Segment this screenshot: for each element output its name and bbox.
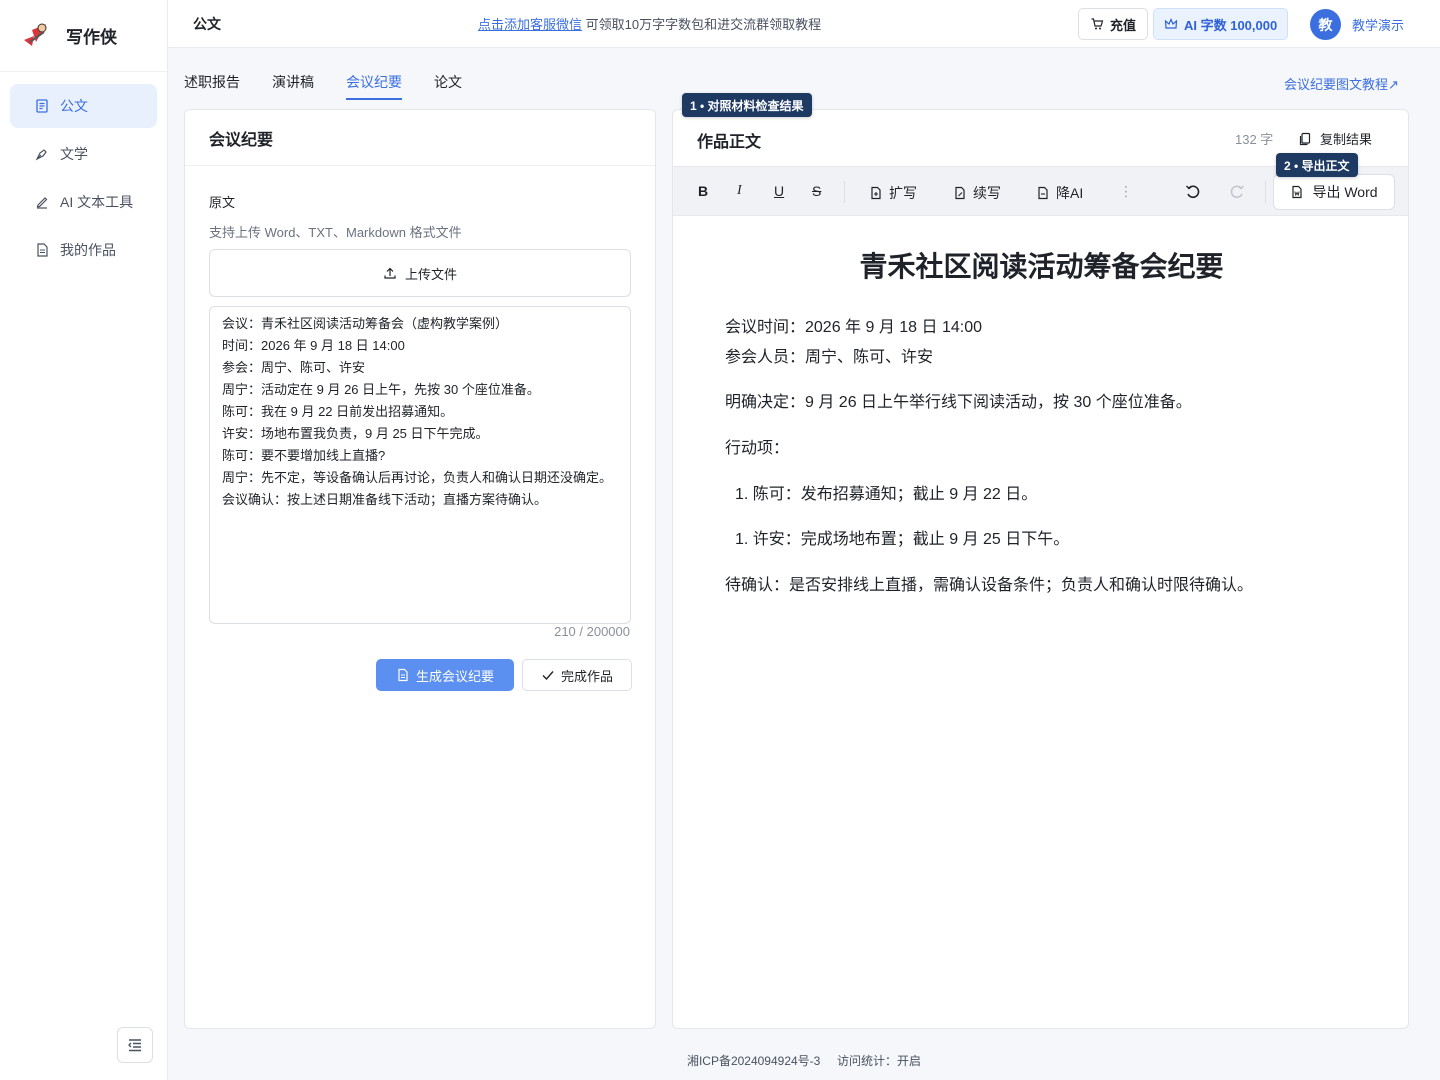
underline-button[interactable]: U [774, 183, 784, 199]
sidebar-item-official-docs[interactable]: 公文 [10, 84, 157, 128]
upload-icon [383, 266, 397, 280]
generate-label: 生成会议纪要 [415, 668, 494, 684]
bold-button[interactable]: B [698, 183, 708, 199]
pen-nib-icon [34, 146, 50, 162]
tab-speech[interactable]: 演讲稿 [272, 72, 314, 100]
undo-button[interactable] [1184, 183, 1202, 201]
ai-quota-badge[interactable]: AI 字数 100,000 [1153, 8, 1289, 40]
copy-result-button[interactable]: 复制结果 [1298, 129, 1372, 148]
tutorial-link[interactable]: 会议纪要图文教程↗ [1284, 74, 1399, 93]
collapse-sidebar-button[interactable] [117, 1027, 153, 1063]
sidebar-item-literature[interactable]: 文学 [10, 132, 157, 176]
customer-service-link[interactable]: 点击添加客服微信 [478, 17, 582, 32]
undo-icon [1186, 185, 1200, 199]
finish-work-button[interactable]: 完成作品 [522, 659, 632, 691]
source-text-input[interactable]: 会议：青禾社区阅读活动筹备会（虚构教学案例） 时间：2026 年 9 月 18 … [209, 306, 631, 624]
copy-label: 复制结果 [1320, 132, 1373, 147]
sidebar-item-ai-tools[interactable]: AI 文本工具 [10, 180, 157, 224]
actions-heading: 行动项： [725, 440, 790, 457]
upload-label: 上传文件 [404, 266, 457, 282]
generate-minutes-button[interactable]: 生成会议纪要 [376, 659, 514, 691]
copy-icon [1298, 132, 1312, 146]
document-title: 青禾社区阅读活动筹备会纪要 [859, 251, 1224, 282]
sidebar-item-label: 我的作品 [60, 242, 116, 258]
continue-button[interactable]: 续写 [953, 183, 1001, 203]
result-panel: 作品正文 132 字 复制结果 B I U S 扩写 续写 降AI ⋮ 导出 W… [672, 109, 1409, 1029]
tab-work-report[interactable]: 述职报告 [184, 72, 240, 100]
pending-line: 待确认：是否安排线上直播，需确认设备条件；负责人和确认时限待确认。 [725, 577, 1254, 594]
file-edit-icon [953, 186, 967, 200]
quota-label: AI 字数 100,000 [1184, 17, 1278, 33]
strikethrough-button[interactable]: S [812, 183, 821, 199]
icp-record[interactable]: 湘ICP备2024094924号-3 [687, 1054, 820, 1068]
sidebar-item-label: 文学 [60, 146, 88, 162]
redo-icon [1230, 185, 1244, 199]
logo-icon [24, 23, 47, 46]
footer: 湘ICP备2024094924号-3 访问统计：开启 [168, 1052, 1440, 1069]
upload-hint: 支持上传 Word、TXT、Markdown 格式文件 [209, 225, 462, 240]
action-item: 1. 许安：完成场地布置；截止 9 月 25 日下午。 [735, 531, 1070, 548]
word-file-icon [1290, 185, 1304, 199]
check-icon [541, 668, 555, 682]
continue-label: 续写 [973, 185, 1001, 201]
notice-banner: 点击添加客服微信 可领取10万字字数包和进交流群领取教程 [478, 14, 821, 33]
more-options-icon[interactable]: ⋮ [1119, 183, 1133, 200]
decision-line: 明确决定：9 月 26 日上午举行线下阅读活动，按 30 个座位准备。 [725, 394, 1192, 411]
cart-icon [1091, 18, 1104, 30]
expand-button[interactable]: 扩写 [869, 183, 917, 203]
export-word-button[interactable]: 导出 Word [1273, 174, 1395, 210]
app-name: 写作侠 [66, 28, 117, 47]
sidebar-item-label: AI 文本工具 [60, 194, 134, 210]
edit-icon [34, 194, 50, 210]
doc-type-tabs: 述职报告 演讲稿 会议纪要 论文 [184, 72, 494, 100]
input-panel: 会议纪要 原文 支持上传 Word、TXT、Markdown 格式文件 上传文件… [184, 109, 656, 1029]
visit-stats: 访问统计：开启 [837, 1054, 922, 1068]
sidebar: 写作侠 公文 文学 AI 文本工具 我的作品 [0, 0, 168, 1080]
toolbar-divider [1265, 181, 1266, 203]
file-minus-icon [1036, 186, 1050, 200]
recharge-label: 充值 [1110, 17, 1137, 33]
word-count: 132 字 [1235, 132, 1274, 147]
notice-text: 可领取10万字字数包和进交流群领取教程 [585, 17, 822, 32]
action-item: 1. 陈可：发布招募通知；截止 9 月 22 日。 [735, 486, 1038, 503]
result-panel-title: 作品正文 [697, 134, 762, 151]
step-callout-export: 2 • 导出正文 [1276, 153, 1358, 177]
source-label: 原文 [209, 195, 236, 210]
char-count: 210 / 200000 [554, 624, 630, 639]
brand[interactable]: 写作侠 [0, 0, 167, 72]
crown-icon [1164, 18, 1178, 29]
recharge-button[interactable]: 充值 [1078, 8, 1149, 40]
sidebar-nav: 公文 文学 AI 文本工具 我的作品 [0, 72, 167, 288]
page-title: 公文 [193, 15, 221, 32]
step-callout-check: 1 • 对照材料检查结果 [682, 93, 812, 117]
expand-label: 扩写 [889, 185, 917, 201]
finish-label: 完成作品 [560, 668, 613, 684]
sidebar-item-my-works[interactable]: 我的作品 [10, 228, 157, 272]
italic-button[interactable]: I [737, 183, 742, 199]
menu-collapse-icon [128, 1039, 141, 1052]
sidebar-item-label: 公文 [60, 98, 88, 114]
top-bar: 公文 点击添加客服微信 可领取10万字字数包和进交流群领取教程 充值 AI 字数… [168, 0, 1440, 48]
file-icon [34, 242, 50, 258]
upload-file-button[interactable]: 上传文件 [209, 249, 631, 297]
reduce-ai-button[interactable]: 降AI [1036, 183, 1083, 203]
username[interactable]: 教学演示 [1352, 15, 1404, 34]
document-icon [34, 98, 50, 114]
toolbar-divider [844, 181, 845, 203]
redo-button[interactable] [1228, 183, 1246, 201]
reduce-ai-label: 降AI [1056, 185, 1084, 201]
file-plus-icon [869, 186, 883, 200]
avatar[interactable]: 教 [1310, 9, 1341, 40]
document-icon [396, 668, 410, 682]
tab-meeting-minutes[interactable]: 会议纪要 [346, 72, 402, 100]
tab-thesis[interactable]: 论文 [434, 72, 462, 100]
export-label: 导出 Word [1312, 184, 1378, 200]
meeting-time-line: 会议时间：2026 年 9 月 18 日 14:00 [725, 319, 983, 336]
input-panel-title: 会议纪要 [185, 110, 655, 166]
attendees-line: 参会人员：周宁、陈可、许安 [725, 349, 934, 366]
